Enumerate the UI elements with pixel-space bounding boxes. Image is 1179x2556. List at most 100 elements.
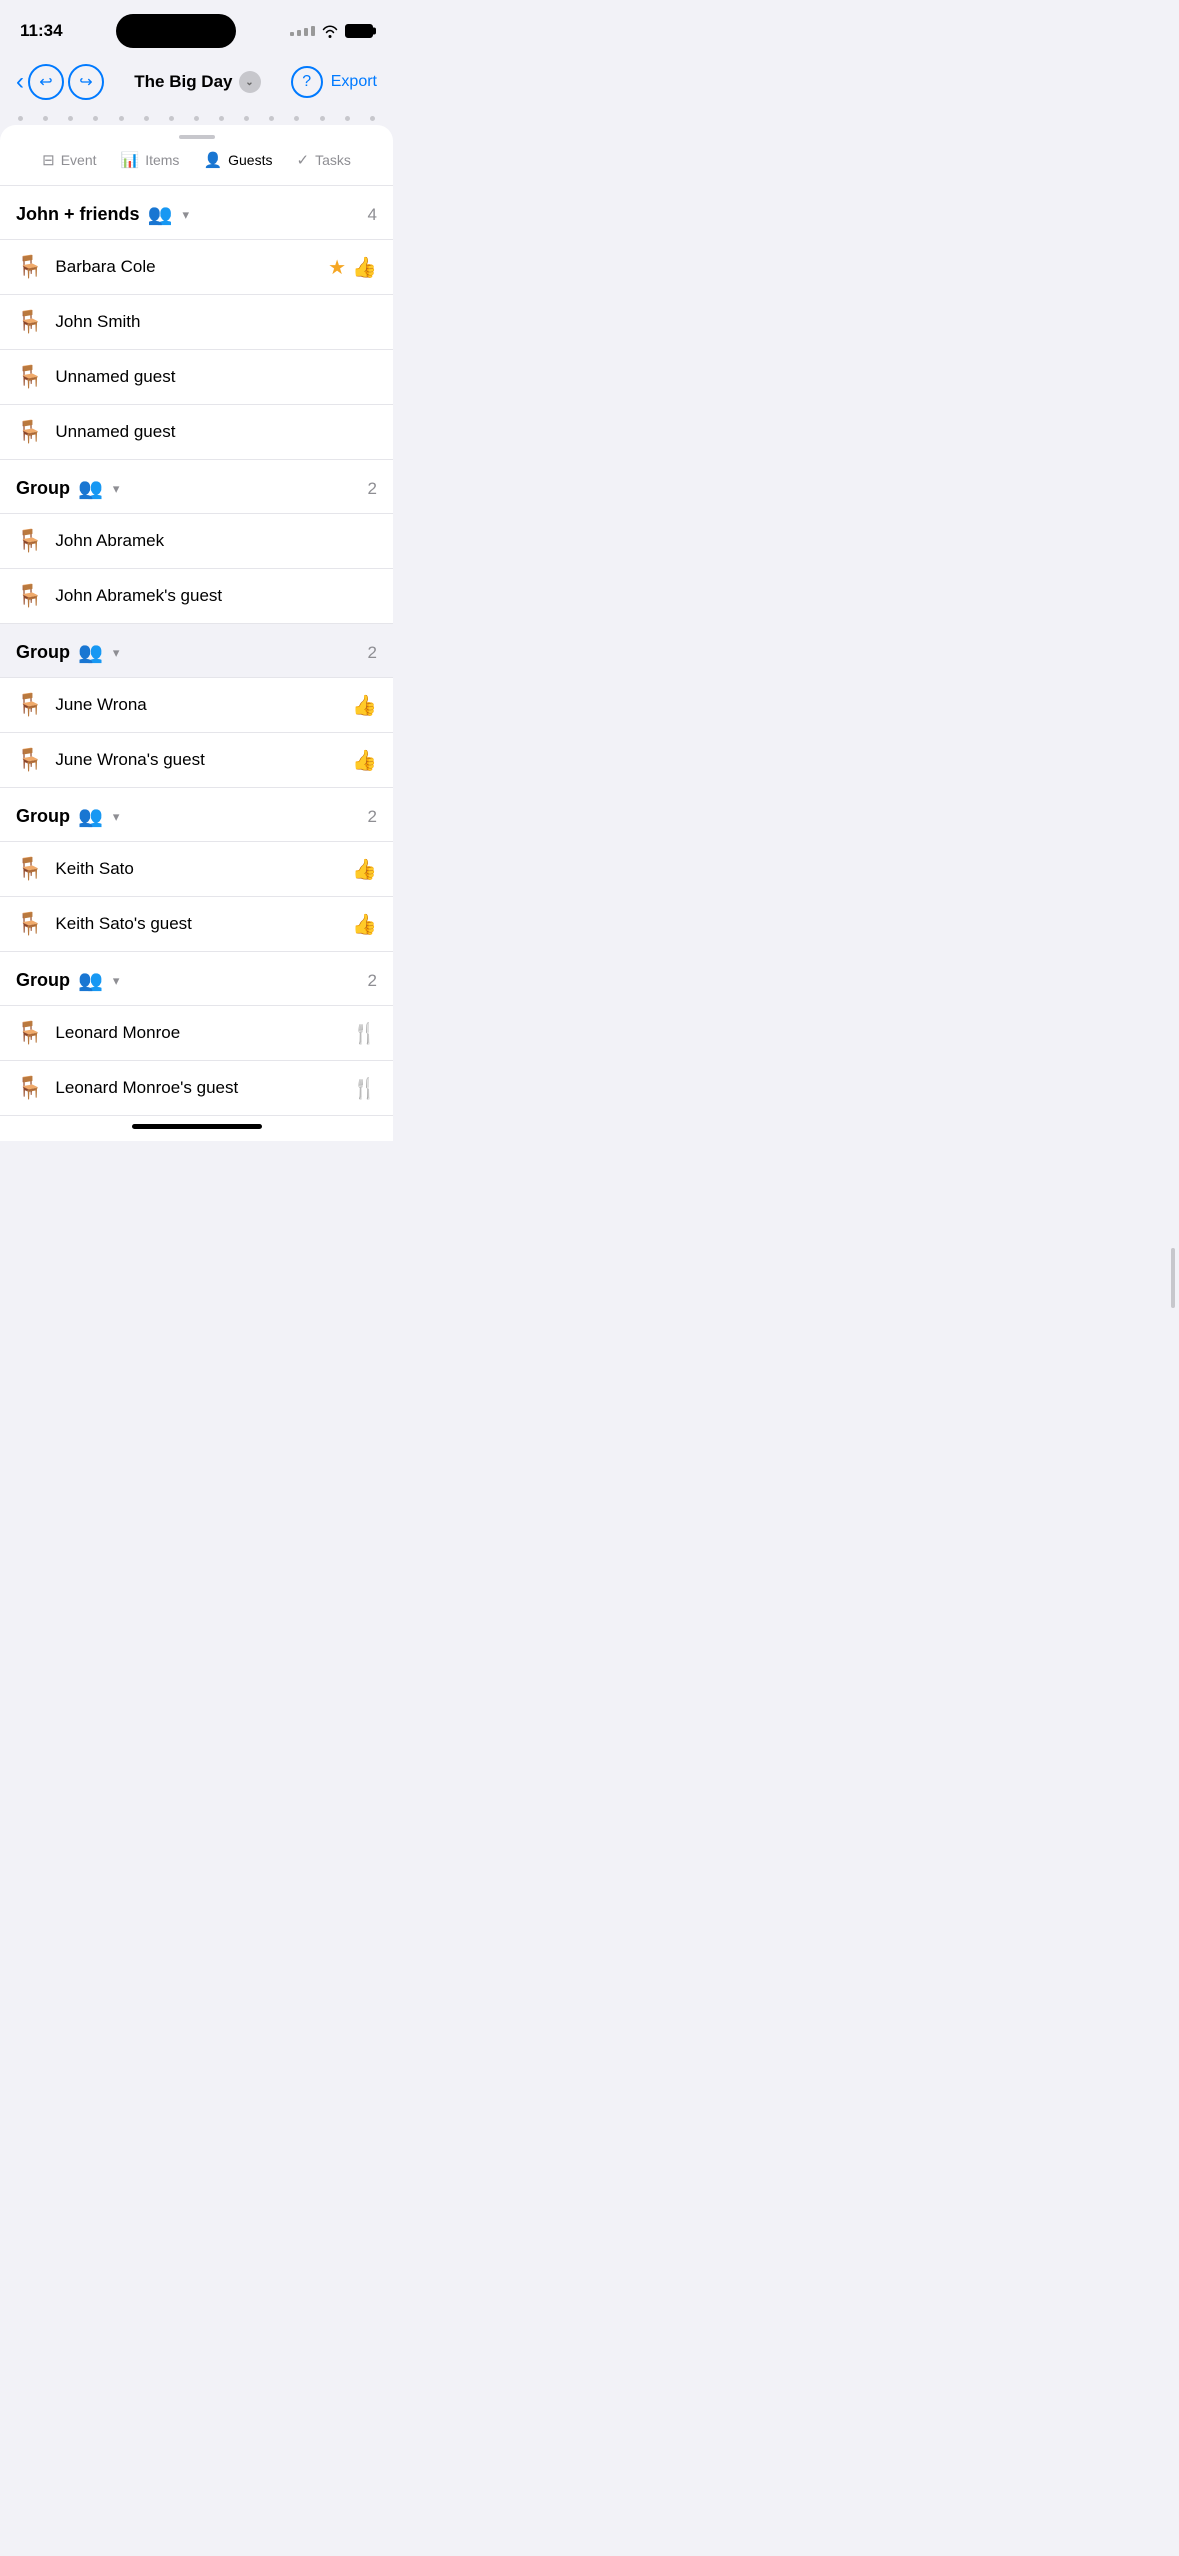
tab-event-label: Event bbox=[61, 152, 97, 168]
dot-separator bbox=[0, 112, 393, 125]
guest-row[interactable]: 🪑 Barbara Cole ★ 👍 bbox=[0, 240, 393, 295]
help-button[interactable]: ? bbox=[291, 66, 323, 98]
main-content: ⊟ Event 📊 Items 👤 Guests ✓ Tasks John + … bbox=[0, 125, 393, 1141]
tab-event[interactable]: ⊟ Event bbox=[42, 151, 96, 173]
guest-badges: 👍 bbox=[352, 857, 377, 882]
chair-icon: 🪑 bbox=[16, 692, 43, 718]
fork-badge: 🍴 bbox=[352, 1021, 377, 1046]
group-count-2: 2 bbox=[368, 643, 377, 663]
guest-name: Leonard Monroe's guest bbox=[55, 1078, 352, 1098]
guest-name: June Wrona's guest bbox=[55, 750, 352, 770]
redo-button[interactable]: ↪ bbox=[68, 64, 104, 100]
chair-icon: 🪑 bbox=[16, 254, 43, 280]
guest-row[interactable]: 🪑 John Abramek's guest bbox=[0, 569, 393, 624]
group-header-group-1[interactable]: Group 👥 ▾ 2 bbox=[0, 460, 393, 514]
guest-row[interactable]: 🪑 Unnamed guest bbox=[0, 350, 393, 405]
group-icon-3: 👥 bbox=[78, 804, 103, 829]
back-button[interactable]: ‹ bbox=[16, 68, 24, 96]
guest-name: Unnamed guest bbox=[55, 422, 377, 442]
status-time: 11:34 bbox=[20, 21, 63, 41]
thumbup-badge: 👍 bbox=[352, 693, 377, 718]
thumbup-badge: 👍 bbox=[352, 748, 377, 773]
tab-tasks-label: Tasks bbox=[315, 152, 351, 168]
undo-button[interactable]: ↩ bbox=[28, 64, 64, 100]
guest-badges: 👍 bbox=[352, 693, 377, 718]
group-title-2: Group bbox=[16, 642, 70, 663]
home-bar-line bbox=[132, 1124, 262, 1129]
guest-badges: ★ 👍 bbox=[328, 255, 377, 280]
chair-icon: 🪑 bbox=[16, 1075, 43, 1101]
guest-row[interactable]: 🪑 June Wrona's guest 👍 bbox=[0, 733, 393, 788]
group-chevron-john-friends[interactable]: ▾ bbox=[182, 207, 189, 223]
guest-name: John Smith bbox=[55, 312, 377, 332]
thumbup-badge: 👍 bbox=[352, 857, 377, 882]
group-chevron-3[interactable]: ▾ bbox=[113, 809, 120, 825]
pull-handle bbox=[0, 125, 393, 143]
tab-items[interactable]: 📊 Items bbox=[121, 151, 180, 173]
guest-row[interactable]: 🪑 Keith Sato 👍 bbox=[0, 842, 393, 897]
fork-badge: 🍴 bbox=[352, 1076, 377, 1101]
group-chevron-4[interactable]: ▾ bbox=[113, 973, 120, 989]
dynamic-island bbox=[116, 14, 236, 48]
home-bar bbox=[0, 1116, 393, 1141]
guest-name: June Wrona bbox=[55, 695, 352, 715]
chair-icon: 🪑 bbox=[16, 911, 43, 937]
guest-row[interactable]: 🪑 John Abramek bbox=[0, 514, 393, 569]
scroll-indicator[interactable] bbox=[1171, 1248, 1175, 1308]
tab-tasks[interactable]: ✓ Tasks bbox=[296, 151, 350, 173]
tab-guests-label: Guests bbox=[228, 152, 272, 168]
group-title-4: Group bbox=[16, 970, 70, 991]
group-header-group-3[interactable]: Group 👥 ▾ 2 bbox=[0, 788, 393, 842]
guest-badges: 👍 bbox=[352, 748, 377, 773]
group-header-group-4[interactable]: Group 👥 ▾ 2 bbox=[0, 952, 393, 1006]
group-chevron-2[interactable]: ▾ bbox=[113, 645, 120, 661]
guest-row[interactable]: 🪑 June Wrona 👍 bbox=[0, 678, 393, 733]
thumbup-badge: 👍 bbox=[352, 255, 377, 280]
group-title-john-friends: John + friends bbox=[16, 204, 140, 225]
signal-icon bbox=[290, 26, 315, 36]
group-header-john-friends[interactable]: John + friends 👥 ▾ 4 bbox=[0, 186, 393, 240]
guest-name: John Abramek's guest bbox=[55, 586, 377, 606]
group-icon-john-friends: 👥 bbox=[148, 202, 173, 227]
group-2-section: Group 👥 ▾ 2 🪑 June Wrona 👍 🪑 June Wrona'… bbox=[0, 624, 393, 788]
chair-icon: 🪑 bbox=[16, 528, 43, 554]
tab-guests[interactable]: 👤 Guests bbox=[203, 151, 272, 173]
wifi-icon bbox=[321, 24, 339, 38]
guest-name: Leonard Monroe bbox=[55, 1023, 352, 1043]
guest-row[interactable]: 🪑 Leonard Monroe 🍴 bbox=[0, 1006, 393, 1061]
guest-name: John Abramek bbox=[55, 531, 377, 551]
group-title-3: Group bbox=[16, 806, 70, 827]
guest-row[interactable]: 🪑 Keith Sato's guest 👍 bbox=[0, 897, 393, 952]
guest-name: Unnamed guest bbox=[55, 367, 377, 387]
guest-name: Keith Sato's guest bbox=[55, 914, 352, 934]
guest-row[interactable]: 🪑 Unnamed guest bbox=[0, 405, 393, 460]
guest-name: Barbara Cole bbox=[55, 257, 328, 277]
group-header-group-2[interactable]: Group 👥 ▾ 2 bbox=[0, 624, 393, 678]
chair-icon: 🪑 bbox=[16, 364, 43, 390]
chair-icon: 🪑 bbox=[16, 747, 43, 773]
guest-row[interactable]: 🪑 Leonard Monroe's guest 🍴 bbox=[0, 1061, 393, 1116]
guests-icon: 👤 bbox=[203, 151, 222, 169]
chair-icon: 🪑 bbox=[16, 583, 43, 609]
nav-bar: ‹ ↩ ↪ The Big Day ⌄ ? Export bbox=[0, 56, 393, 112]
export-button[interactable]: Export bbox=[331, 73, 377, 91]
star-badge: ★ bbox=[328, 255, 346, 280]
guest-row[interactable]: 🪑 John Smith bbox=[0, 295, 393, 350]
guest-badges: 👍 bbox=[352, 912, 377, 937]
tasks-icon: ✓ bbox=[296, 151, 309, 169]
title-dropdown-button[interactable]: ⌄ bbox=[239, 71, 261, 93]
items-icon: 📊 bbox=[121, 151, 140, 169]
group-count-john-friends: 4 bbox=[368, 205, 377, 225]
tab-bar: ⊟ Event 📊 Items 👤 Guests ✓ Tasks bbox=[0, 143, 393, 186]
guest-badges: 🍴 bbox=[352, 1021, 377, 1046]
status-icons bbox=[290, 24, 373, 38]
group-chevron-1[interactable]: ▾ bbox=[113, 481, 120, 497]
thumbup-badge: 👍 bbox=[352, 912, 377, 937]
group-title-1: Group bbox=[16, 478, 70, 499]
guest-badges: 🍴 bbox=[352, 1076, 377, 1101]
guest-name: Keith Sato bbox=[55, 859, 352, 879]
group-icon-2: 👥 bbox=[78, 640, 103, 665]
status-bar: 11:34 bbox=[0, 0, 393, 56]
event-icon: ⊟ bbox=[42, 151, 55, 169]
chair-icon: 🪑 bbox=[16, 856, 43, 882]
